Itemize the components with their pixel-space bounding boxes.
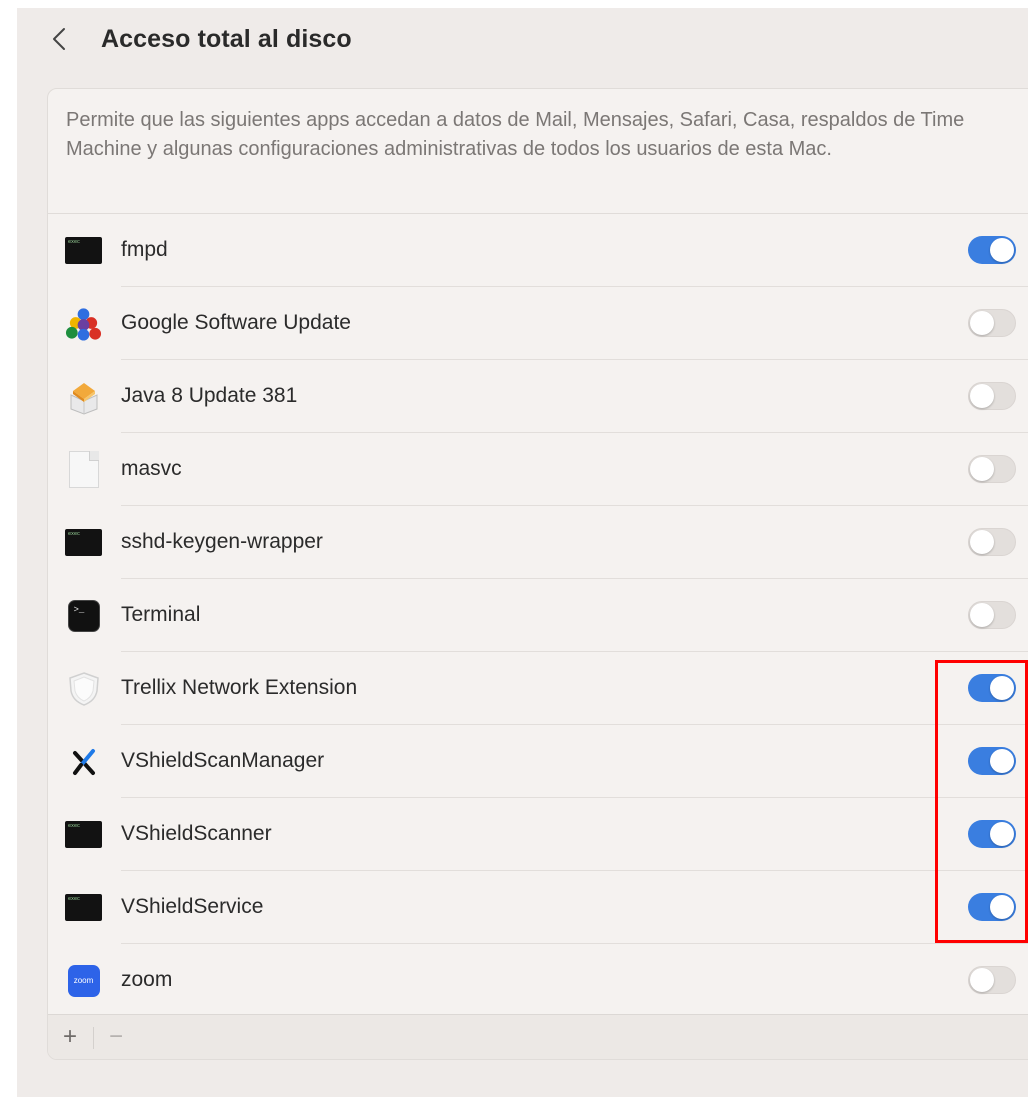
exec-icon: exec <box>65 232 102 269</box>
exec-icon: exec <box>65 524 102 561</box>
app-row: Google Software Update <box>48 287 1028 360</box>
app-row: VShieldScanManager <box>48 725 1028 798</box>
app-row: masvc <box>48 433 1028 506</box>
app-row: exec VShieldService <box>48 871 1028 944</box>
description-text: Permite que las siguientes apps accedan … <box>66 109 965 160</box>
app-row: Trellix Network Extension <box>48 652 1028 725</box>
toggle-knob <box>970 603 994 627</box>
app-name: VShieldScanner <box>121 822 272 845</box>
access-toggle[interactable] <box>968 236 1016 264</box>
access-toggle[interactable] <box>968 966 1016 994</box>
app-name: VShieldScanManager <box>121 749 325 772</box>
app-name: sshd-keygen-wrapper <box>121 530 323 553</box>
trellix-x-icon <box>65 743 102 780</box>
app-row: >_ Terminal <box>48 579 1028 652</box>
access-toggle[interactable] <box>968 601 1016 629</box>
app-name: Terminal <box>121 603 201 626</box>
google-software-update-icon <box>65 305 102 342</box>
app-row: exec fmpd <box>48 214 1028 287</box>
access-toggle[interactable] <box>968 382 1016 410</box>
access-toggle[interactable] <box>968 309 1016 337</box>
app-name: zoom <box>121 968 173 991</box>
app-row: Java 8 Update 381 <box>48 360 1028 433</box>
toggle-knob <box>970 530 994 554</box>
exec-icon: exec <box>65 816 102 853</box>
list-footer: + − <box>48 1014 1028 1059</box>
terminal-icon: >_ <box>65 597 102 634</box>
page-title: Acceso total al disco <box>101 25 352 53</box>
app-name: Java 8 Update 381 <box>121 384 298 407</box>
app-list-panel: Permite que las siguientes apps accedan … <box>47 88 1028 1060</box>
blank-document-icon <box>65 451 102 488</box>
toggle-knob <box>990 238 1014 262</box>
back-button[interactable] <box>45 24 73 54</box>
access-toggle[interactable] <box>968 528 1016 556</box>
remove-app-button[interactable]: − <box>102 1023 130 1051</box>
app-row: zoom zoom <box>48 944 1028 1017</box>
app-row: exec sshd-keygen-wrapper <box>48 506 1028 579</box>
toggle-knob <box>970 968 994 992</box>
toggle-knob <box>970 457 994 481</box>
access-toggle[interactable] <box>968 455 1016 483</box>
header: Acceso total al disco <box>17 8 1028 72</box>
app-name: Google Software Update <box>121 311 351 334</box>
shield-icon <box>65 670 102 707</box>
app-name: masvc <box>121 457 182 480</box>
java-installer-icon <box>65 378 102 415</box>
exec-icon: exec <box>65 889 102 926</box>
app-row: exec VShieldScanner <box>48 798 1028 871</box>
divider <box>93 1027 94 1049</box>
chevron-left-icon <box>53 28 65 50</box>
settings-window: Acceso total al disco Permite que las si… <box>17 8 1028 1097</box>
app-name: fmpd <box>121 238 168 261</box>
toggle-knob <box>970 384 994 408</box>
highlight-box <box>935 660 1028 943</box>
zoom-icon: zoom <box>65 962 102 999</box>
add-app-button[interactable]: + <box>56 1023 84 1051</box>
app-name: Trellix Network Extension <box>121 676 358 699</box>
toggle-knob <box>970 311 994 335</box>
app-name: VShieldService <box>121 895 264 918</box>
